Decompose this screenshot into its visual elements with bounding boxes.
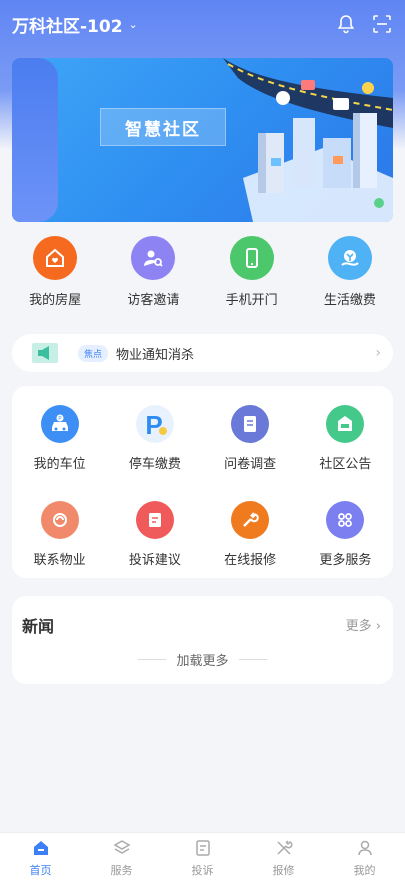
- service-contact-property[interactable]: 联系物业: [12, 486, 107, 582]
- quick-visitor-invite[interactable]: 访客邀请: [108, 236, 198, 316]
- banner-prev-slide: [12, 58, 58, 222]
- load-more-label: 加载更多: [176, 654, 229, 669]
- chevron-down-icon: ⌄: [128, 17, 138, 31]
- service-my-parking-space[interactable]: P 我的车位: [12, 390, 107, 486]
- survey-icon: [231, 404, 270, 443]
- svg-text:P: P: [145, 410, 162, 439]
- service-label: 更多服务: [319, 552, 372, 568]
- promo-banner[interactable]: 智慧社区: [12, 58, 393, 222]
- quick-life-payment[interactable]: 生活缴费: [305, 236, 395, 316]
- community-selector[interactable]: 万科社区-102 ⌄: [12, 12, 138, 37]
- layers-icon: [111, 837, 133, 859]
- quick-label: 访客邀请: [127, 293, 180, 308]
- contact-icon: [40, 500, 79, 539]
- house-icon: [33, 236, 78, 280]
- divider: [138, 659, 167, 660]
- complaint-tab-icon: [192, 837, 214, 859]
- tab-label: 我的: [353, 864, 376, 877]
- parking-icon: P: [135, 404, 174, 443]
- news-more-link[interactable]: 更多 ›: [346, 615, 381, 634]
- load-more[interactable]: 加载更多: [12, 650, 393, 669]
- news-panel: 新闻 更多 › 加载更多: [12, 596, 393, 684]
- news-title: 新闻: [22, 617, 55, 636]
- tab-label: 首页: [29, 864, 52, 877]
- scan-icon[interactable]: [371, 13, 393, 35]
- service-label: 投诉建议: [128, 552, 181, 568]
- tab-profile[interactable]: 我的: [324, 833, 405, 882]
- bottom-tab-bar: 首页 服务 投诉 报修 我的: [0, 832, 405, 882]
- quick-actions: 我的房屋 访客邀请 手机开门 生活缴费: [0, 236, 405, 316]
- tools-icon: [273, 837, 295, 859]
- service-community-notice[interactable]: 社区公告: [298, 390, 393, 486]
- chevron-right-icon: ›: [375, 345, 381, 361]
- quick-label: 生活缴费: [323, 293, 376, 308]
- more-icon: [326, 500, 365, 539]
- service-complaint[interactable]: 投诉建议: [107, 486, 202, 582]
- service-online-repair[interactable]: 在线报修: [203, 486, 298, 582]
- service-label: 联系物业: [33, 552, 86, 568]
- service-more[interactable]: 更多服务: [298, 486, 393, 582]
- services-panel: P 我的车位 P 停车缴费 问卷调查 社区公告 联系物业 投诉建议 在线报修 更…: [12, 386, 393, 578]
- chevron-right-icon: ›: [375, 619, 381, 634]
- tab-label: 服务: [110, 864, 133, 877]
- tab-label: 报修: [272, 864, 295, 877]
- car-icon: P: [40, 404, 79, 443]
- news-more-label: 更多: [345, 619, 372, 634]
- megaphone-icon: [32, 343, 58, 363]
- service-label: 在线报修: [224, 552, 277, 568]
- service-parking-payment[interactable]: P 停车缴费: [107, 390, 202, 486]
- user-icon: [354, 837, 376, 859]
- tab-home[interactable]: 首页: [0, 833, 81, 882]
- notice-text: 物业通知消杀: [116, 347, 195, 363]
- service-label: 停车缴费: [128, 456, 181, 472]
- home-icon: [30, 837, 52, 859]
- service-label: 问卷调查: [224, 456, 277, 472]
- tab-services[interactable]: 服务: [81, 833, 162, 882]
- service-survey[interactable]: 问卷调查: [203, 390, 298, 486]
- complaint-icon: [135, 500, 174, 539]
- community-name: 万科社区-102: [12, 16, 123, 37]
- service-label: 社区公告: [319, 456, 372, 472]
- smart-city-illustration: [223, 58, 393, 222]
- visitor-icon: [131, 236, 176, 280]
- divider: [238, 659, 267, 660]
- service-label: 我的车位: [33, 456, 86, 472]
- quick-phone-door[interactable]: 手机开门: [207, 236, 297, 316]
- quick-label: 手机开门: [225, 293, 278, 308]
- phone-door-icon: [229, 236, 274, 280]
- tab-repair[interactable]: 报修: [243, 833, 324, 882]
- app-header: 万科社区-102 ⌄: [0, 0, 405, 48]
- quick-my-house[interactable]: 我的房屋: [10, 236, 100, 316]
- tab-complaint[interactable]: 投诉: [162, 833, 243, 882]
- bell-icon[interactable]: [335, 13, 357, 35]
- tab-label: 投诉: [191, 864, 214, 877]
- repair-icon: [231, 500, 270, 539]
- payment-icon: [327, 236, 372, 280]
- notice-bar[interactable]: 焦点 物业通知消杀 ›: [12, 334, 393, 372]
- quick-label: 我的房屋: [29, 293, 82, 308]
- announcement-icon: [326, 404, 365, 443]
- notice-tag: 焦点: [78, 344, 109, 362]
